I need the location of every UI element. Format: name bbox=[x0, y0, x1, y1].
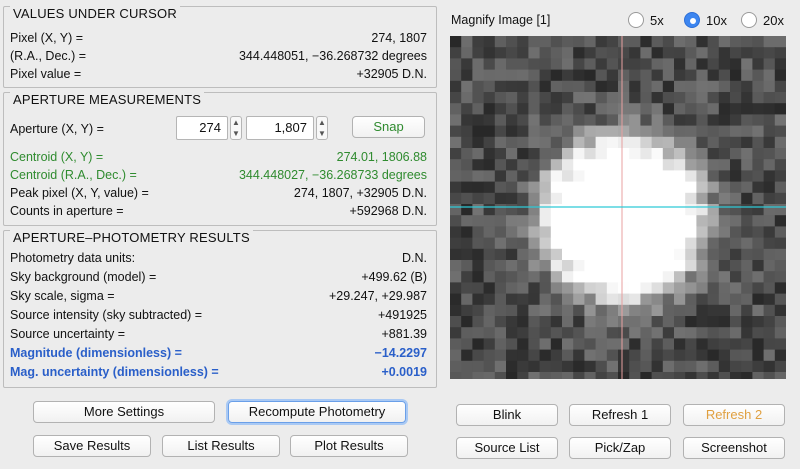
values-under-cursor-panel: VALUES UNDER CURSOR Pixel (X, Y) = 274, … bbox=[3, 6, 437, 88]
sky-background-row: Sky background (model) = +499.62 (B) bbox=[10, 268, 427, 286]
ra-dec-row: (R.A., Dec.) = 344.448051, −36.268732 de… bbox=[10, 47, 427, 65]
magnitude-row: Magnitude (dimensionless) = −14.2297 bbox=[10, 344, 427, 362]
radio-off-icon[interactable] bbox=[628, 12, 644, 28]
source-uncertainty-row: Source uncertainty = +881.39 bbox=[10, 325, 427, 343]
photometry-results-title: APERTURE–PHOTOMETRY RESULTS bbox=[10, 230, 253, 245]
magnitude-label: Magnitude (dimensionless) = bbox=[10, 346, 182, 360]
stepper-up-icon[interactable]: ▲ bbox=[231, 117, 241, 128]
recompute-photometry-button[interactable]: Recompute Photometry bbox=[228, 401, 406, 423]
pick-zap-button[interactable]: Pick/Zap bbox=[569, 437, 671, 459]
aperture-x-input[interactable]: 274 bbox=[176, 116, 228, 140]
source-uncertainty-label: Source uncertainty = bbox=[10, 327, 125, 341]
ra-dec-value: 344.448051, −36.268732 degrees bbox=[238, 49, 427, 63]
values-under-cursor-title: VALUES UNDER CURSOR bbox=[10, 6, 180, 21]
pixel-xy-label: Pixel (X, Y) = bbox=[10, 31, 84, 45]
source-intensity-label: Source intensity (sky subtracted) = bbox=[10, 308, 203, 322]
more-settings-button[interactable]: More Settings bbox=[33, 401, 215, 423]
aperture-y-stepper[interactable]: ▲ ▼ bbox=[316, 116, 328, 140]
centroid-xy-value: 274.01, 1806.88 bbox=[336, 150, 427, 164]
source-uncertainty-value: +881.39 bbox=[381, 327, 427, 341]
plot-results-button[interactable]: Plot Results bbox=[290, 435, 408, 457]
sky-scale-row: Sky scale, sigma = +29.247, +29.987 bbox=[10, 287, 427, 305]
sky-scale-label: Sky scale, sigma = bbox=[10, 289, 115, 303]
centroid-radec-label: Centroid (R.A., Dec.) = bbox=[10, 168, 137, 182]
magnified-star-image bbox=[450, 36, 786, 379]
peak-pixel-row: Peak pixel (X, Y, value) = 274, 1807, +3… bbox=[10, 184, 427, 202]
magnified-image-view[interactable] bbox=[450, 36, 786, 379]
save-results-button[interactable]: Save Results bbox=[33, 435, 151, 457]
source-list-button[interactable]: Source List bbox=[456, 437, 558, 459]
centroid-xy-row: Centroid (X, Y) = 274.01, 1806.88 bbox=[10, 148, 427, 166]
centroid-radec-value: 344.448027, −36.268733 degrees bbox=[238, 168, 427, 182]
sky-scale-value: +29.247, +29.987 bbox=[328, 289, 427, 303]
blink-button[interactable]: Blink bbox=[456, 404, 558, 426]
photometry-units-row: Photometry data units: D.N. bbox=[10, 249, 427, 267]
sky-background-label: Sky background (model) = bbox=[10, 270, 157, 284]
refresh-2-button[interactable]: Refresh 2 bbox=[683, 404, 785, 426]
centroid-radec-row: Centroid (R.A., Dec.) = 344.448027, −36.… bbox=[10, 166, 427, 184]
photometry-units-value: D.N. bbox=[402, 251, 427, 265]
aperture-xy-row: Aperture (X, Y) = bbox=[10, 120, 104, 138]
screenshot-button[interactable]: Screenshot bbox=[683, 437, 785, 459]
zoom-5x-label: 5x bbox=[650, 12, 664, 28]
peak-pixel-value: 274, 1807, +32905 D.N. bbox=[293, 186, 427, 200]
radio-off-icon[interactable] bbox=[741, 12, 757, 28]
magnify-image-label: Magnify Image [1] bbox=[451, 13, 551, 27]
peak-pixel-label: Peak pixel (X, Y, value) = bbox=[10, 186, 149, 200]
source-intensity-row: Source intensity (sky subtracted) = +491… bbox=[10, 306, 427, 324]
radio-on-icon[interactable] bbox=[684, 12, 700, 28]
zoom-20x-radio[interactable]: 20x bbox=[741, 11, 784, 29]
zoom-20x-label: 20x bbox=[763, 12, 784, 28]
ra-dec-label: (R.A., Dec.) = bbox=[10, 49, 87, 63]
zoom-5x-radio[interactable]: 5x bbox=[628, 11, 664, 29]
magnitude-value: −14.2297 bbox=[374, 346, 427, 360]
aperture-x-stepper[interactable]: ▲ ▼ bbox=[230, 116, 242, 140]
mag-uncertainty-label: Mag. uncertainty (dimensionless) = bbox=[10, 365, 219, 379]
stepper-down-icon[interactable]: ▼ bbox=[231, 128, 241, 139]
pixel-value-row: Pixel value = +32905 D.N. bbox=[10, 65, 427, 83]
photometry-units-label: Photometry data units: bbox=[10, 251, 136, 265]
centroid-xy-label: Centroid (X, Y) = bbox=[10, 150, 104, 164]
source-intensity-value: +491925 bbox=[377, 308, 427, 322]
stepper-down-icon[interactable]: ▼ bbox=[317, 128, 327, 139]
aperture-xy-label: Aperture (X, Y) = bbox=[10, 122, 104, 136]
refresh-1-button[interactable]: Refresh 1 bbox=[569, 404, 671, 426]
sky-background-value: +499.62 (B) bbox=[361, 270, 427, 284]
snap-button[interactable]: Snap bbox=[352, 116, 425, 138]
photometry-results-panel: APERTURE–PHOTOMETRY RESULTS Photometry d… bbox=[3, 230, 437, 388]
zoom-10x-label: 10x bbox=[706, 12, 727, 28]
pixel-value-label: Pixel value = bbox=[10, 67, 82, 81]
counts-in-aperture-label: Counts in aperture = bbox=[10, 204, 124, 218]
stepper-up-icon[interactable]: ▲ bbox=[317, 117, 327, 128]
pixel-xy-row: Pixel (X, Y) = 274, 1807 bbox=[10, 29, 427, 47]
aperture-measurements-panel: APERTURE MEASUREMENTS Aperture (X, Y) = … bbox=[3, 92, 437, 226]
list-results-button[interactable]: List Results bbox=[162, 435, 280, 457]
counts-in-aperture-row: Counts in aperture = +592968 D.N. bbox=[10, 202, 427, 220]
aperture-measurements-title: APERTURE MEASUREMENTS bbox=[10, 92, 205, 107]
pixel-xy-value: 274, 1807 bbox=[371, 31, 427, 45]
pixel-value-value: +32905 D.N. bbox=[356, 67, 427, 81]
mag-uncertainty-row: Mag. uncertainty (dimensionless) = +0.00… bbox=[10, 363, 427, 381]
zoom-10x-radio[interactable]: 10x bbox=[684, 11, 727, 29]
counts-in-aperture-value: +592968 D.N. bbox=[349, 204, 427, 218]
mag-uncertainty-value: +0.0019 bbox=[381, 365, 427, 379]
aperture-y-input[interactable]: 1,807 bbox=[246, 116, 314, 140]
